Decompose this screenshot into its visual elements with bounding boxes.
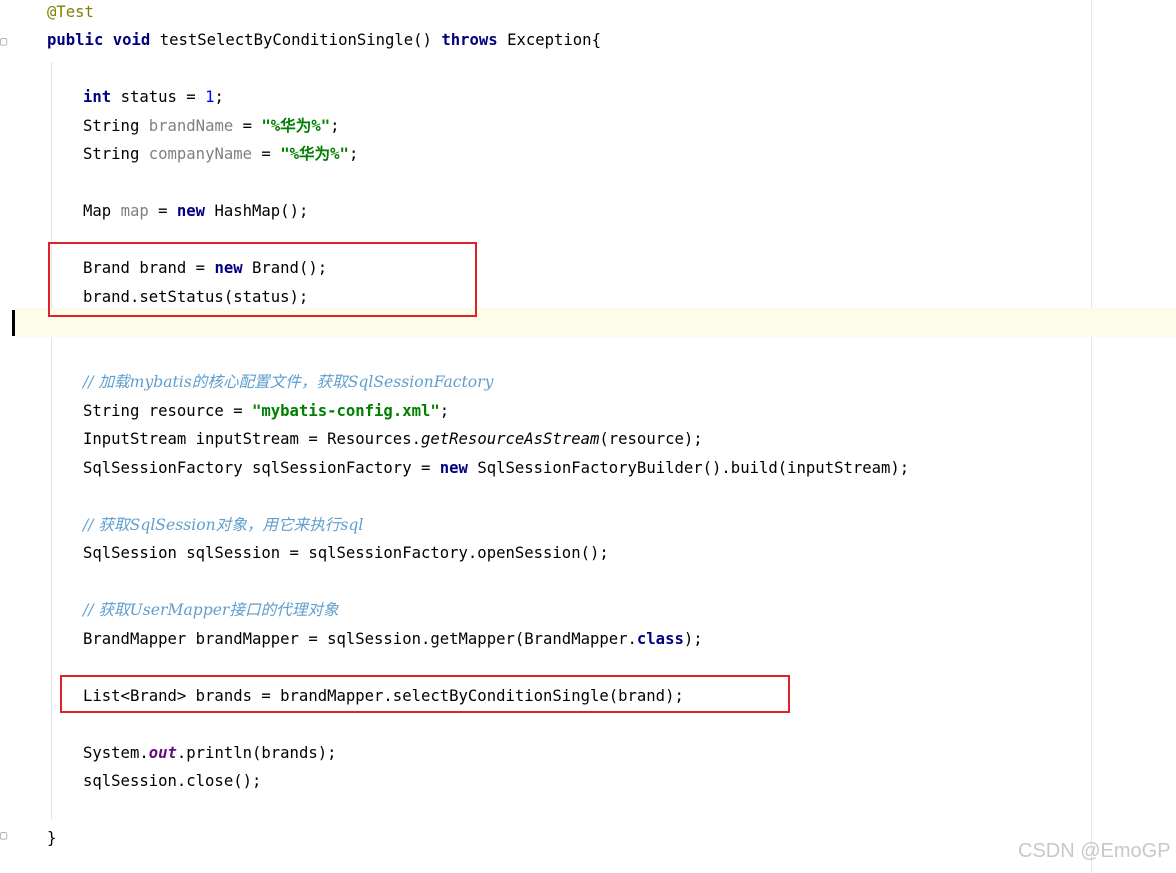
code-token: = [148, 202, 177, 220]
text-caret [12, 310, 15, 336]
editor-gutter: ▢ ▢ [0, 0, 14, 873]
code-line[interactable]: // 获取UserMapper接口的代理对象 [83, 598, 339, 622]
code-token: BrandMapper brandMapper = sqlSession.get… [83, 630, 637, 648]
static-field-token: out [148, 744, 177, 762]
code-line[interactable]: Map map = new HashMap(); [83, 199, 308, 223]
string-token: "%华为%" [261, 117, 331, 135]
code-editor[interactable]: ▢ ▢ @Test public void testSelectByCondit… [0, 0, 1176, 873]
code-token: ; [348, 145, 359, 163]
code-token: (resource); [599, 430, 703, 448]
right-margin-guide [1091, 0, 1092, 873]
code-token: .println(brands); [176, 744, 337, 762]
code-token: ; [330, 117, 340, 135]
code-line[interactable]: int status = 1; [83, 85, 224, 109]
code-line[interactable]: sqlSession.close(); [83, 769, 261, 793]
code-token: InputStream inputStream = Resources. [83, 430, 421, 448]
type-token: String [83, 145, 140, 163]
code-token: SqlSessionFactoryBuilder().build(inputSt… [467, 459, 910, 477]
code-token: HashMap(); [205, 202, 309, 220]
code-token: System. [83, 744, 149, 762]
keyword-token: int [83, 88, 112, 106]
keyword-token: void [112, 31, 151, 49]
code-token: String resource = [83, 402, 252, 420]
unused-variable-token: brandName [148, 117, 234, 135]
code-line[interactable]: InputStream inputStream = Resources.getR… [83, 427, 703, 451]
code-line[interactable]: public void testSelectByConditionSingle(… [47, 28, 601, 52]
code-token: status = [120, 88, 206, 106]
code-token: Exception{ [507, 31, 601, 49]
code-line[interactable]: SqlSessionFactory sqlSessionFactory = ne… [83, 456, 909, 480]
code-line[interactable]: // 加载mybatis的核心配置文件，获取SqlSessionFactory [83, 370, 493, 394]
string-token: "mybatis-config.xml" [252, 402, 440, 420]
code-line[interactable]: @Test [47, 0, 94, 24]
fold-icon[interactable]: ▢ [0, 828, 10, 842]
keyword-token: new [439, 459, 468, 477]
code-token: sqlSession.close(); [83, 772, 262, 790]
code-token: = [233, 117, 262, 135]
code-line[interactable]: String brandName = "%华为%"; [83, 114, 340, 138]
string-token: "%华为%" [280, 145, 349, 163]
code-line[interactable]: String companyName = "%华为%"; [83, 142, 358, 166]
type-token: String [83, 117, 140, 135]
unused-variable-token: map [120, 202, 149, 220]
watermark: CSDN @EmoGP [1018, 840, 1171, 862]
code-token: ; [214, 88, 224, 106]
code-token: } [47, 829, 57, 847]
indent-guide [51, 62, 52, 820]
type-token: Map [83, 202, 112, 220]
unused-variable-token: companyName [148, 145, 253, 163]
code-token: SqlSessionFactory sqlSessionFactory = [83, 459, 440, 477]
comment-token: // 获取SqlSession对象，用它来执行sql [83, 516, 364, 534]
code-token: SqlSession sqlSession = sqlSessionFactor… [83, 544, 609, 562]
code-line[interactable]: String resource = "mybatis-config.xml"; [83, 399, 449, 423]
fold-icon[interactable]: ▢ [0, 34, 10, 48]
annotation-token: @Test [47, 3, 94, 21]
keyword-token: new [176, 202, 206, 220]
method-name-token: testSelectByConditionSingle() [159, 31, 432, 49]
code-line[interactable]: } [47, 826, 56, 850]
code-line[interactable]: System.out.println(brands); [83, 741, 337, 765]
highlight-box-brand-setup [48, 242, 477, 317]
code-line[interactable]: SqlSession sqlSession = sqlSessionFactor… [83, 541, 609, 565]
comment-token: // 加载mybatis的核心配置文件，获取SqlSessionFactory [83, 373, 494, 391]
comment-token: // 获取UserMapper接口的代理对象 [83, 601, 339, 619]
keyword-token: public [47, 31, 104, 49]
keyword-token: throws [441, 31, 498, 49]
static-method-token: getResourceAsStream [420, 430, 600, 448]
highlight-box-select-call [60, 675, 790, 713]
code-token: = [252, 145, 281, 163]
code-token: ; [439, 402, 450, 420]
code-line[interactable]: // 获取SqlSession对象，用它来执行sql [83, 513, 363, 537]
code-token: ); [683, 630, 703, 648]
keyword-token: class [636, 630, 684, 648]
code-line[interactable]: BrandMapper brandMapper = sqlSession.get… [83, 627, 703, 651]
